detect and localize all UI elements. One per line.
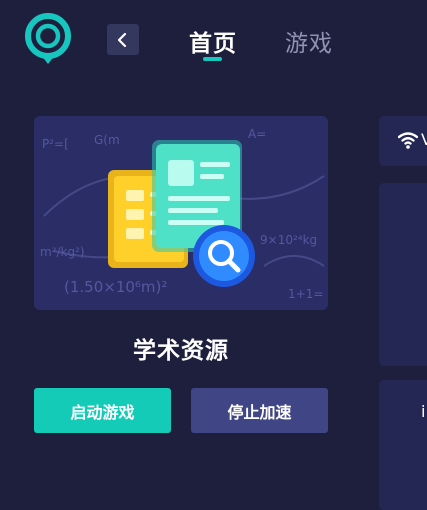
chevron-left-icon <box>117 32 127 47</box>
formula-7: 1+1= <box>288 287 323 301</box>
app-logo <box>25 13 71 64</box>
card-title: 学术资源 <box>133 338 229 364</box>
side-detail-panel <box>379 380 427 510</box>
wifi-icon <box>398 132 418 149</box>
network-status-label: V <box>421 130 427 149</box>
side-detail-label: i <box>421 402 426 421</box>
back-button[interactable] <box>107 24 139 55</box>
tab-games[interactable]: 游戏 <box>285 24 333 58</box>
formula-5: (1.50×10⁶m)² <box>64 278 167 296</box>
formula-1: P²=[ <box>42 137 69 151</box>
formula-4: m²/kg²) <box>40 245 85 259</box>
stop-acceleration-button[interactable]: 停止加速 <box>191 388 328 433</box>
side-info-panel <box>379 183 427 366</box>
tab-home[interactable]: 首页 <box>189 24 237 58</box>
formula-2: G(m <box>94 133 120 147</box>
active-tab-indicator <box>203 57 222 61</box>
start-game-button[interactable]: 启动游戏 <box>34 388 171 433</box>
formula-3: A= <box>248 127 266 141</box>
formula-6: 9×10²⁴kg <box>260 233 317 247</box>
academic-resources-banner: P²=[ G(m A= m²/kg²) (1.50×10⁶m)² 9×10²⁴k… <box>34 116 328 310</box>
